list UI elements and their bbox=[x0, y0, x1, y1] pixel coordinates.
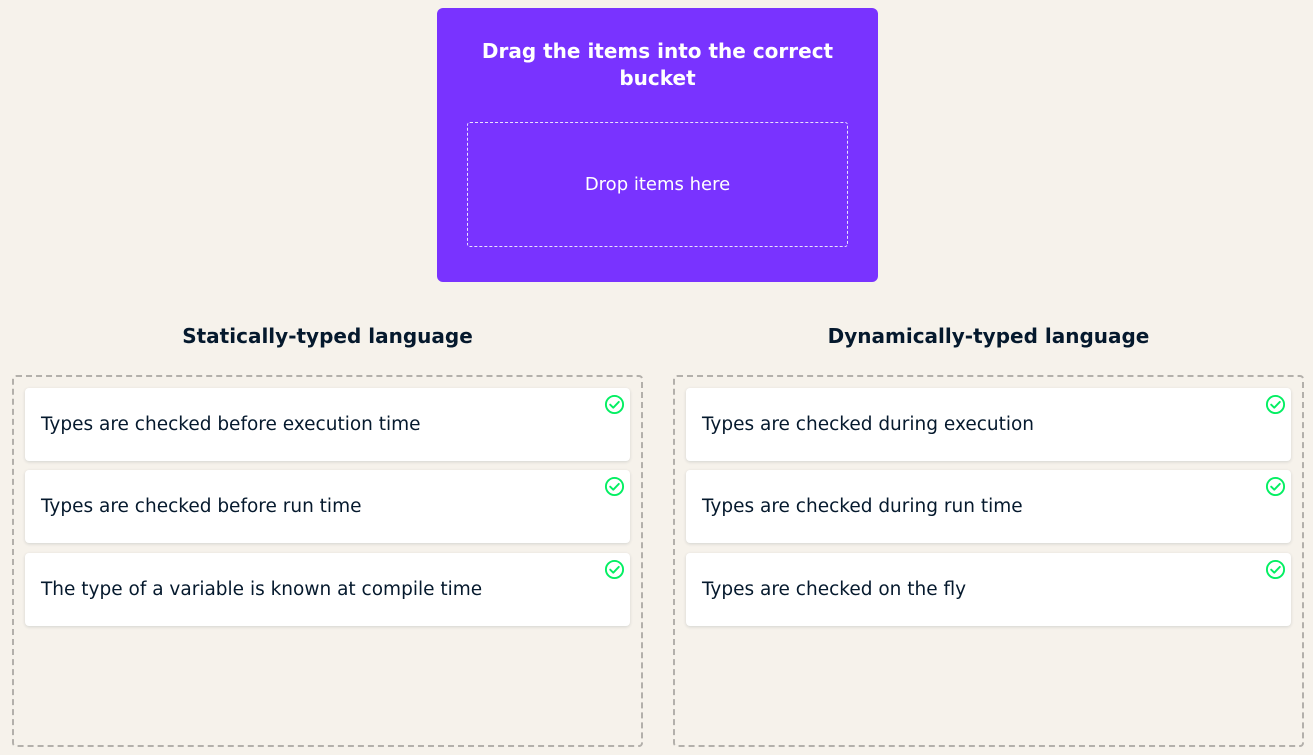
draggable-item[interactable]: Types are checked before execution time bbox=[25, 388, 630, 461]
bucket-dynamic[interactable]: Types are checked during execution Types… bbox=[673, 375, 1304, 747]
item-label: Types are checked before run time bbox=[41, 496, 362, 517]
check-circle-icon bbox=[1265, 559, 1286, 580]
check-circle-icon bbox=[1265, 394, 1286, 415]
check-circle-icon bbox=[604, 559, 625, 580]
item-label: Types are checked on the fly bbox=[702, 579, 967, 600]
check-circle-icon bbox=[1265, 476, 1286, 497]
check-circle-icon bbox=[604, 394, 625, 415]
bucket-heading-static: Statically-typed language bbox=[182, 324, 473, 348]
draggable-item[interactable]: Types are checked before run time bbox=[25, 470, 630, 543]
item-label: Types are checked during run time bbox=[702, 496, 1023, 517]
instructions-title: Drag the items into the correct bucket bbox=[481, 39, 834, 90]
draggable-item[interactable]: Types are checked during execution bbox=[686, 388, 1291, 461]
item-label: Types are checked during execution bbox=[702, 414, 1035, 435]
item-label: The type of a variable is known at compi… bbox=[41, 579, 483, 600]
draggable-item[interactable]: Types are checked during run time bbox=[686, 470, 1291, 543]
source-drop-zone[interactable]: Drop items here bbox=[467, 122, 848, 247]
drop-zone-placeholder: Drop items here bbox=[584, 174, 731, 195]
item-label: Types are checked before execution time bbox=[41, 414, 421, 435]
draggable-item[interactable]: Types are checked on the fly bbox=[686, 553, 1291, 626]
bucket-heading-dynamic: Dynamically-typed language bbox=[827, 324, 1150, 348]
source-card: Drag the items into the correct bucket D… bbox=[437, 8, 878, 282]
draggable-item[interactable]: The type of a variable is known at compi… bbox=[25, 553, 630, 626]
bucket-static[interactable]: Types are checked before execution time … bbox=[12, 375, 643, 747]
check-circle-icon bbox=[604, 476, 625, 497]
